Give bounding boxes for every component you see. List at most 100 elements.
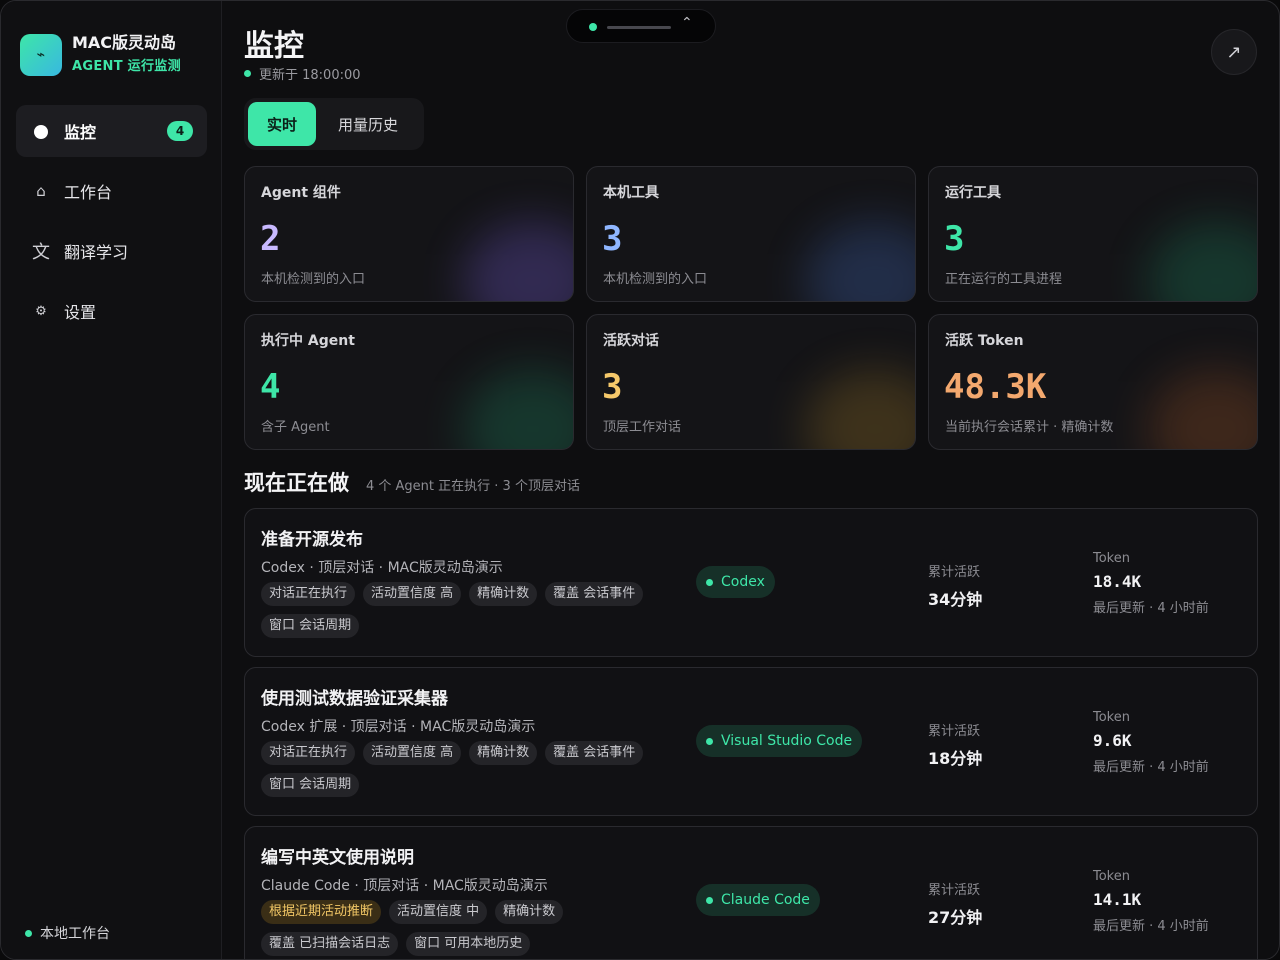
tab-usage-history[interactable]: 用量历史: [316, 102, 420, 146]
last-updated: 最后更新 · 4 小时前: [1093, 760, 1209, 775]
token-value: 18.4K: [1093, 572, 1142, 591]
tag: 覆盖 已扫描会话日志: [261, 932, 399, 956]
gear-icon: ⚙: [35, 303, 47, 319]
dynamic-island[interactable]: ⌃: [566, 9, 716, 43]
tool-badge: Claude Code: [696, 884, 820, 916]
tag: 窗口 可用本地历史: [406, 932, 531, 956]
stat-label: 执行中 Agent: [261, 333, 355, 349]
brand: ⌁ MAC版灵动岛 AGENT 运行监测: [20, 33, 181, 77]
sidebar-nav: 监控 4 ⌂ 工作台 文 翻译学习 ⚙ 设置: [16, 105, 207, 345]
tag: 精确计数: [495, 900, 564, 924]
activity-value: 27分钟: [928, 908, 983, 927]
arrow-up-right-icon: ↗: [1226, 41, 1242, 63]
stat-subtitle: 含子 Agent: [261, 420, 330, 435]
task-title: 使用测试数据验证采集器: [261, 689, 448, 709]
activity-label: 累计活跃: [928, 565, 981, 580]
stat-label: 活跃 Token: [945, 333, 1024, 349]
stat-value: 3: [602, 367, 623, 407]
activity-label: 累计活跃: [928, 883, 981, 898]
home-icon: ⌂: [36, 182, 46, 200]
tool-badge: Visual Studio Code: [696, 725, 863, 757]
brand-title: MAC版灵动岛: [72, 33, 177, 52]
stat-value: 48.3K: [944, 367, 1047, 407]
page-title: 监控: [244, 29, 304, 64]
view-tabs: 实时 用量历史: [244, 98, 424, 150]
sidebar-item-label: 工作台: [64, 183, 113, 202]
token-label: Token: [1093, 551, 1130, 566]
activity-value: 18分钟: [928, 749, 983, 768]
task-card[interactable]: 使用测试数据验证采集器 Codex 扩展 · 顶层对话 · MAC版灵动岛演示 …: [244, 667, 1258, 816]
sidebar-item-workbench[interactable]: ⌂ 工作台: [16, 165, 207, 217]
sidebar-item-translate[interactable]: 文 翻译学习: [16, 225, 207, 277]
stat-value: 3: [944, 219, 965, 259]
tag: 覆盖 会话事件: [545, 582, 644, 606]
sidebar-item-settings[interactable]: ⚙ 设置: [16, 285, 207, 337]
last-updated: 最后更新 · 4 小时前: [1093, 601, 1209, 616]
task-meta: Codex · 顶层对话 · MAC版灵动岛演示: [261, 560, 503, 576]
stat-label: Agent 组件: [261, 185, 341, 201]
status-dot-icon: [589, 23, 597, 31]
tool-badge: Codex: [696, 566, 775, 598]
tag: 对话正在执行: [261, 741, 356, 765]
sidebar-item-monitor[interactable]: 监控 4: [16, 105, 207, 157]
tag: 窗口 会话周期: [261, 614, 360, 638]
tag: 活动置信度 高: [363, 741, 462, 765]
token-label: Token: [1093, 869, 1130, 884]
task-card[interactable]: 编写中英文使用说明 Claude Code · 顶层对话 · MAC版灵动岛演示…: [244, 826, 1258, 959]
tab-realtime[interactable]: 实时: [248, 102, 316, 146]
stat-value: 4: [260, 367, 281, 407]
app-logo-icon: ⌁: [20, 34, 62, 76]
sidebar-item-label: 设置: [64, 303, 97, 322]
tag: 活动置信度 高: [363, 582, 462, 606]
token-label: Token: [1093, 710, 1130, 725]
status-dot-icon: [706, 896, 713, 904]
activity-label: 累计活跃: [928, 724, 981, 739]
stat-card-active-conversations: 活跃对话 3 顶层工作对话: [586, 314, 916, 450]
stat-label: 本机工具: [603, 185, 659, 201]
workspace-label: 本地工作台: [40, 926, 110, 942]
open-external-button[interactable]: ↗: [1211, 29, 1257, 75]
chevron-up-icon[interactable]: ⌃: [681, 15, 693, 31]
tag-list: 对话正在执行 活动置信度 高 精确计数 覆盖 会话事件 窗口 会话周期: [261, 741, 671, 797]
task-meta: Claude Code · 顶层对话 · MAC版灵动岛演示: [261, 878, 548, 894]
stat-label: 运行工具: [945, 185, 1001, 201]
stat-subtitle: 当前执行会话累计 · 精确计数: [945, 420, 1114, 435]
tag-warning: 根据近期活动推断: [261, 900, 382, 924]
app-window: ⌁ MAC版灵动岛 AGENT 运行监测 监控 4 ⌂ 工作台 文 翻译学习 ⚙: [0, 0, 1280, 960]
stat-card-active-tokens: 活跃 Token 48.3K 当前执行会话累计 · 精确计数: [928, 314, 1258, 450]
sidebar-item-label: 监控: [64, 123, 97, 142]
task-title: 编写中英文使用说明: [261, 848, 414, 868]
stat-card-local-tools: 本机工具 3 本机检测到的入口: [586, 166, 916, 302]
update-time-label: 更新于 18:00:00: [259, 68, 361, 83]
tool-name: Visual Studio Code: [721, 733, 853, 749]
task-card[interactable]: 准备开源发布 Codex · 顶层对话 · MAC版灵动岛演示 对话正在执行 活…: [244, 508, 1258, 657]
stat-subtitle: 正在运行的工具进程: [945, 272, 1063, 287]
stat-subtitle: 顶层工作对话: [603, 420, 682, 435]
tag: 精确计数: [469, 582, 538, 606]
tag: 窗口 会话周期: [261, 773, 360, 797]
tool-name: Codex: [721, 574, 765, 590]
sidebar-item-label: 翻译学习: [64, 243, 129, 262]
dot-icon: [32, 122, 50, 140]
progress-bar: [607, 26, 671, 29]
stat-subtitle: 本机检测到的入口: [603, 272, 708, 287]
tag: 精确计数: [469, 741, 538, 765]
stat-subtitle: 本机检测到的入口: [261, 272, 366, 287]
count-badge: 4: [167, 121, 193, 141]
stat-value: 3: [602, 219, 623, 259]
section-title: 现在正在做: [244, 471, 349, 495]
tag-list: 根据近期活动推断 活动置信度 中 精确计数 覆盖 已扫描会话日志 窗口 可用本地…: [261, 900, 671, 956]
token-value: 9.6K: [1093, 731, 1132, 750]
sidebar: ⌁ MAC版灵动岛 AGENT 运行监测 监控 4 ⌂ 工作台 文 翻译学习 ⚙: [1, 1, 222, 959]
brand-subtitle: AGENT 运行监测: [72, 59, 181, 74]
stat-card-running-tools: 运行工具 3 正在运行的工具进程: [928, 166, 1258, 302]
workspace-status: 本地工作台: [25, 923, 110, 943]
activity-value: 34分钟: [928, 590, 983, 609]
section-subtitle: 4 个 Agent 正在执行 · 3 个顶层对话: [366, 479, 580, 494]
stat-card-agent-components: Agent 组件 2 本机检测到的入口: [244, 166, 574, 302]
stat-card-executing-agents: 执行中 Agent 4 含子 Agent: [244, 314, 574, 450]
status-dot-icon: [25, 929, 32, 937]
status-dot-icon: [706, 737, 713, 745]
status-dot-icon: [244, 70, 251, 77]
token-value: 14.1K: [1093, 890, 1142, 909]
